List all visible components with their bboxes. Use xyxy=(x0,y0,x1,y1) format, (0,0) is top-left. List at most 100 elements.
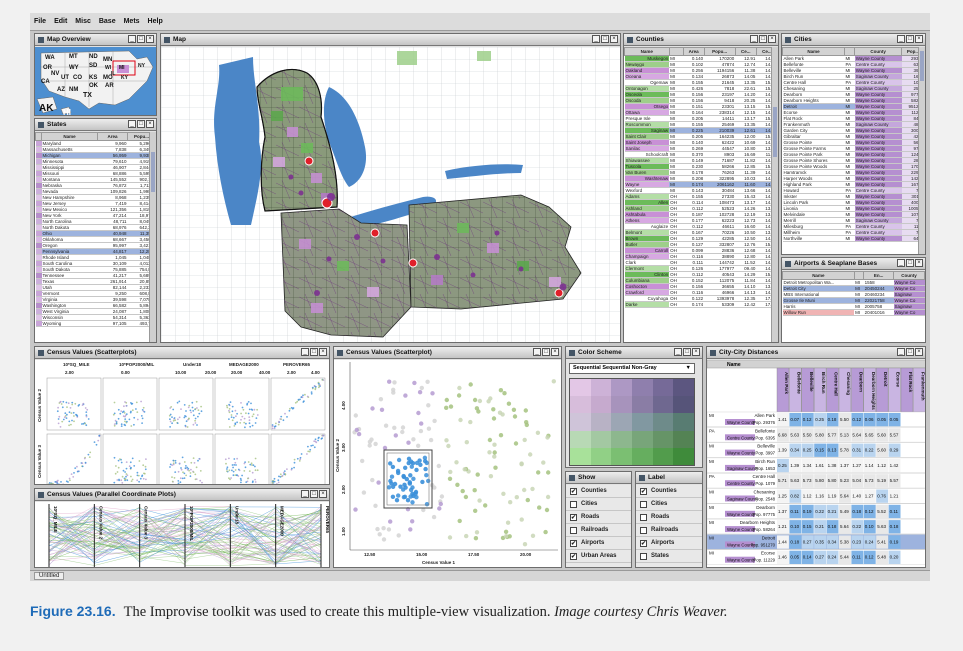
color-swatch[interactable] xyxy=(611,413,632,431)
color-swatch[interactable] xyxy=(590,447,612,465)
parallel-plot[interactable]: 10*SQ_MILE Census Value 2 Census Value 3 10… xyxy=(35,502,329,567)
document-tab[interactable]: Untitled xyxy=(34,572,65,580)
table-row[interactable]: CuyahogaOH0.122139397812.3517.08 xyxy=(624,295,778,302)
maximize-icon[interactable]: □ xyxy=(906,259,914,267)
color-scheme-grid[interactable] xyxy=(569,378,695,466)
maximize-icon[interactable]: □ xyxy=(137,35,145,43)
column-header[interactable]: Name xyxy=(727,362,741,368)
close-icon[interactable]: × xyxy=(915,259,923,267)
checkbox-option[interactable]: ✔ Roads xyxy=(566,511,631,524)
checkbox-option[interactable]: States xyxy=(636,550,702,563)
checkbox-option[interactable]: Railroads xyxy=(636,524,702,537)
table-row[interactable]: OntonagonMI0.426781822.6115.57 xyxy=(624,85,778,92)
region-map[interactable] xyxy=(161,47,620,342)
checkbox-option[interactable]: Cities xyxy=(636,498,702,511)
vertical-scrollbar[interactable] xyxy=(918,47,925,254)
table-row[interactable]: RoscommonMI0.1552546913.3514.92 xyxy=(624,121,778,128)
maximize-icon[interactable]: □ xyxy=(310,348,318,356)
maximize-icon[interactable]: □ xyxy=(683,348,691,356)
menu-file[interactable]: File xyxy=(34,18,46,25)
column-header-county[interactable]: County xyxy=(854,47,903,56)
table-row[interactable]: NorthvilleMIWayne County6459 xyxy=(782,235,925,242)
scatterplot-area[interactable]: 12.50 15.00 17.50 20.00 Census Value 1 4… xyxy=(334,360,561,567)
checkbox[interactable] xyxy=(640,513,647,521)
map-canvas[interactable] xyxy=(161,47,620,342)
matrix-cell[interactable] xyxy=(158,377,214,431)
menu-misc[interactable]: Misc xyxy=(75,18,91,25)
checkbox[interactable]: ✔ xyxy=(570,513,577,521)
minimize-icon[interactable]: _ xyxy=(897,348,905,356)
table-row[interactable]: Wyoming 97,105 493,7... xyxy=(35,320,156,327)
scroll-thumb[interactable] xyxy=(151,152,155,192)
color-swatch[interactable] xyxy=(590,396,612,414)
column-header-state[interactable] xyxy=(668,47,684,56)
checkbox-option[interactable]: ✔ Counties xyxy=(566,485,631,498)
color-swatch[interactable] xyxy=(570,396,591,414)
checkbox-option[interactable]: Cities xyxy=(566,498,631,511)
color-swatch[interactable] xyxy=(570,447,591,465)
column-header-county[interactable]: County xyxy=(893,271,925,280)
checkbox-option[interactable]: ✔ Airports xyxy=(566,537,631,550)
overview-map[interactable]: WA MT ND MN OR WY SD WI MI NY CA NV UT C… xyxy=(35,47,156,115)
close-icon[interactable]: × xyxy=(146,120,154,128)
color-swatch[interactable] xyxy=(652,447,674,465)
color-swatch[interactable] xyxy=(652,396,674,414)
close-icon[interactable]: × xyxy=(146,35,154,43)
checkbox[interactable] xyxy=(640,500,647,508)
close-icon[interactable]: × xyxy=(768,35,776,43)
menu-base[interactable]: Base xyxy=(99,18,116,25)
close-icon[interactable]: × xyxy=(915,348,923,356)
close-icon[interactable]: × xyxy=(692,348,700,356)
maximize-icon[interactable]: □ xyxy=(542,348,550,356)
color-swatch[interactable] xyxy=(590,430,612,448)
minimize-icon[interactable]: _ xyxy=(750,35,758,43)
color-scheme-select[interactable]: Sequential Sequential Non-Gray ▼ xyxy=(569,363,695,374)
color-swatch[interactable] xyxy=(631,413,653,431)
column-header-center-x[interactable]: Ce... xyxy=(734,47,757,56)
matrix-cell[interactable] xyxy=(214,433,270,484)
maximize-icon[interactable]: □ xyxy=(310,490,318,498)
scroll-thumb[interactable] xyxy=(773,107,777,157)
scroll-thumb[interactable] xyxy=(920,51,924,81)
column-header-population[interactable]: Popu... xyxy=(703,47,736,56)
minimize-icon[interactable]: _ xyxy=(592,35,600,43)
close-icon[interactable]: × xyxy=(319,490,327,498)
checkbox-option[interactable]: ✔ Counties xyxy=(636,485,702,498)
table-row[interactable]: MuskegonMI0.14017020012.9114.27 xyxy=(624,55,778,62)
menu-mets[interactable]: Mets xyxy=(124,18,140,25)
color-swatch[interactable] xyxy=(631,379,653,397)
checkbox[interactable]: ✔ xyxy=(570,487,577,495)
color-swatch[interactable] xyxy=(631,396,653,414)
vertical-scrollbar[interactable] xyxy=(149,132,156,342)
checkbox[interactable]: ✔ xyxy=(640,539,647,547)
close-icon[interactable]: × xyxy=(551,348,559,356)
checkbox-option[interactable]: ✔ Urban Areas xyxy=(566,550,631,563)
color-swatch[interactable] xyxy=(652,430,674,448)
table-row[interactable]: WashtenawMI0.20832289510.0314.65 xyxy=(624,175,778,182)
maximize-icon[interactable]: □ xyxy=(906,35,914,43)
scatter-matrix[interactable]: 10*SQ_MILE 10*POP2000/MIL Under18 MEDAGE… xyxy=(35,360,329,484)
matrix-cell[interactable] xyxy=(158,433,214,484)
close-icon[interactable]: × xyxy=(610,35,618,43)
table-row[interactable]: SchoolcraftMI0.370890316.6911.98 xyxy=(624,151,778,158)
color-swatch[interactable] xyxy=(631,430,653,448)
column-header-area[interactable]: Area xyxy=(96,132,129,141)
color-swatch[interactable] xyxy=(673,379,694,397)
color-swatch[interactable] xyxy=(570,413,591,431)
color-swatch[interactable] xyxy=(611,447,632,465)
maximize-icon[interactable]: □ xyxy=(906,348,914,356)
color-swatch[interactable] xyxy=(673,413,694,431)
census-scatterplot[interactable]: 12.50 15.00 17.50 20.00 Census Value 1 4… xyxy=(334,360,561,567)
column-header-enplanements[interactable]: En... xyxy=(863,271,894,280)
table-row[interactable]: ShiawasseeMI0.1497168711.8214.43 xyxy=(624,157,778,164)
checkbox-option[interactable]: ✔ Airports xyxy=(636,537,702,550)
color-swatch[interactable] xyxy=(590,379,612,397)
color-swatch[interactable] xyxy=(652,379,674,397)
checkbox-option[interactable]: Railroads xyxy=(566,524,631,537)
minimize-icon[interactable]: _ xyxy=(128,120,136,128)
us-map-overview[interactable]: WA MT ND MN OR WY SD WI MI NY CA NV UT C… xyxy=(35,47,156,115)
minimize-icon[interactable]: _ xyxy=(301,348,309,356)
color-swatch[interactable] xyxy=(631,447,653,465)
column-header-name[interactable]: Name xyxy=(782,271,855,280)
minimize-icon[interactable]: _ xyxy=(897,35,905,43)
